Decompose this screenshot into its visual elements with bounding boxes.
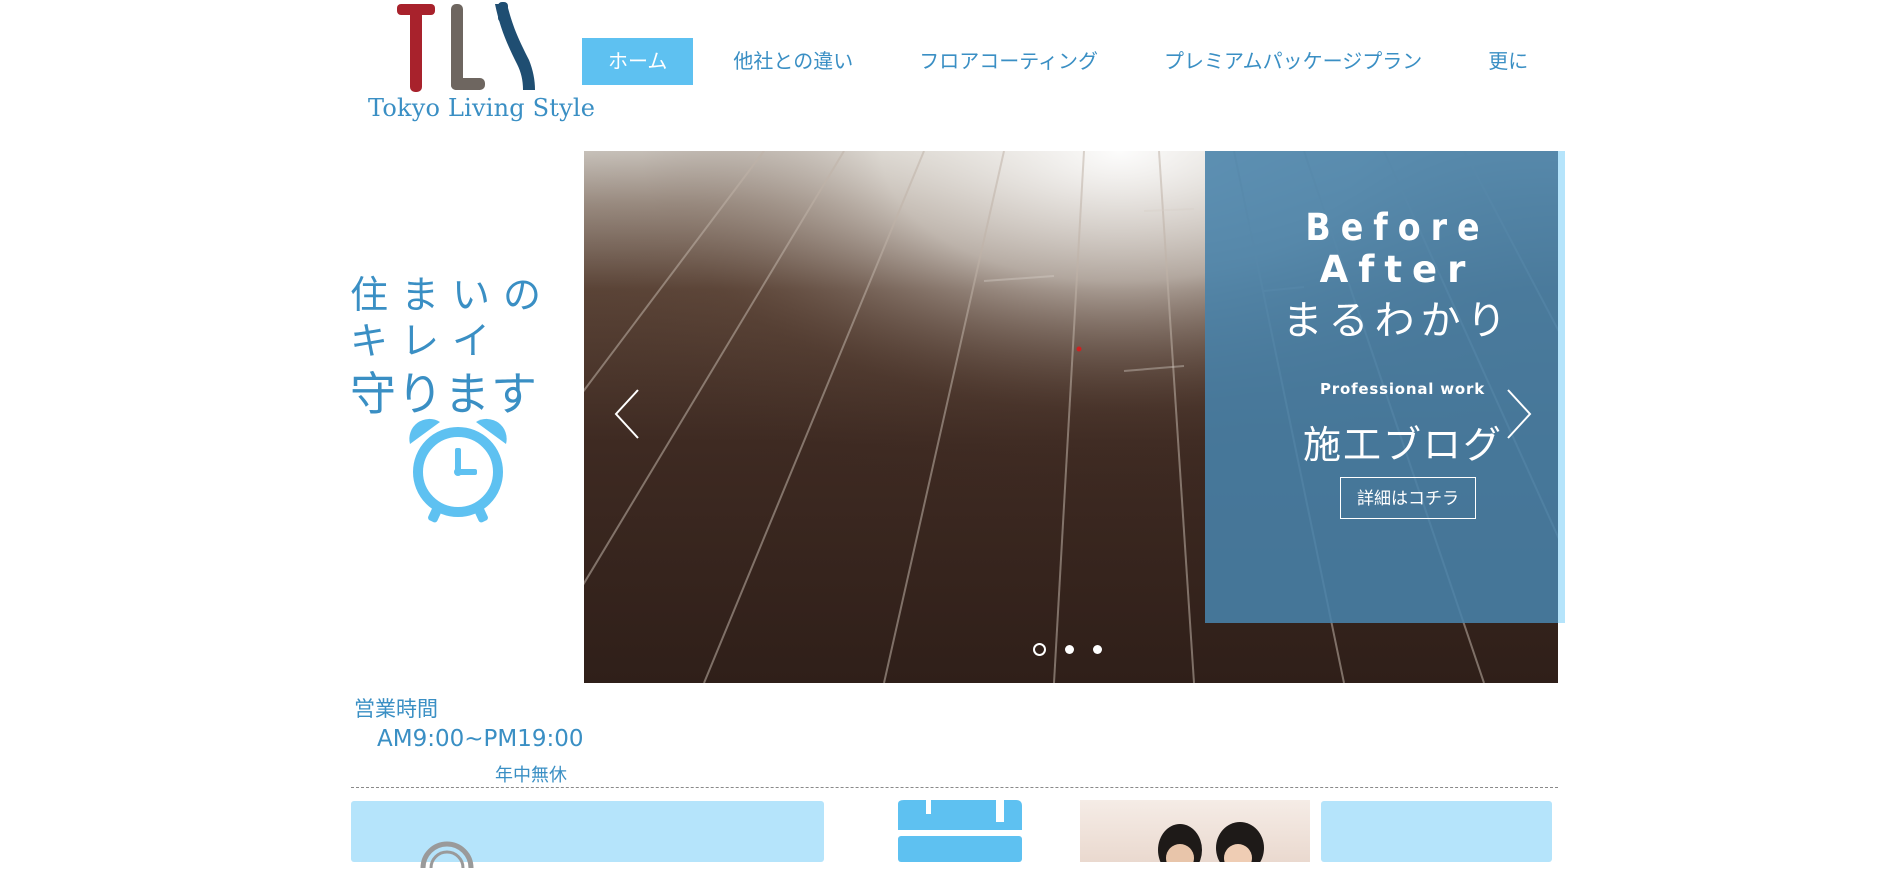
card-circle-icon [419, 838, 474, 869]
logo-text[interactable]: Tokyo Living Style [368, 94, 595, 122]
slider-dot-3[interactable] [1093, 645, 1102, 654]
slider-dots [1033, 643, 1102, 656]
chevron-left-icon[interactable] [612, 388, 642, 440]
panel-after-text: After [1319, 248, 1476, 291]
hours-title: 営業時間 [354, 697, 438, 721]
slogan-line-2: キレイ [350, 319, 504, 363]
details-button[interactable]: 詳細はコチラ [1340, 477, 1476, 519]
nav-item-floor-coating[interactable]: フロアコーティング [893, 38, 1124, 85]
nav-item-more[interactable]: 更に [1462, 38, 1554, 85]
section-divider [351, 787, 1558, 788]
nav-item-premium-package[interactable]: プレミアムパッケージプラン [1138, 38, 1448, 85]
nav-item-difference[interactable]: 他社との違い [707, 38, 879, 85]
nav-item-home[interactable]: ホーム [582, 38, 694, 85]
paint-brush-icon [896, 800, 1024, 862]
alarm-clock-icon [402, 414, 514, 526]
slider-dot-2[interactable] [1065, 645, 1074, 654]
main-nav: ホーム 他社との違い フロアコーティング プレミアムパッケージプラン 更に [582, 38, 1554, 85]
chevron-right-icon[interactable] [1504, 388, 1534, 440]
slider-dot-1[interactable] [1033, 643, 1046, 656]
feature-card-4[interactable] [1321, 801, 1552, 862]
logo-t-stem [410, 4, 422, 92]
panel-maru-text: まるわかり [1282, 298, 1513, 344]
panel-title: 施工ブログ [1302, 423, 1503, 467]
logo-l-foot [451, 78, 485, 90]
staff-photo [1080, 800, 1310, 862]
logo-mark[interactable] [395, 0, 540, 95]
hours-note: 年中無休 [495, 765, 567, 786]
logo-s-top [498, 2, 508, 22]
logo-letters-svg [397, 2, 535, 92]
panel-subtitle: Professional work [1320, 380, 1485, 398]
logo-l-stem [451, 4, 463, 90]
panel-before-text: Before [1305, 206, 1490, 249]
hours-time: AM9:00~PM19:00 [377, 726, 584, 752]
